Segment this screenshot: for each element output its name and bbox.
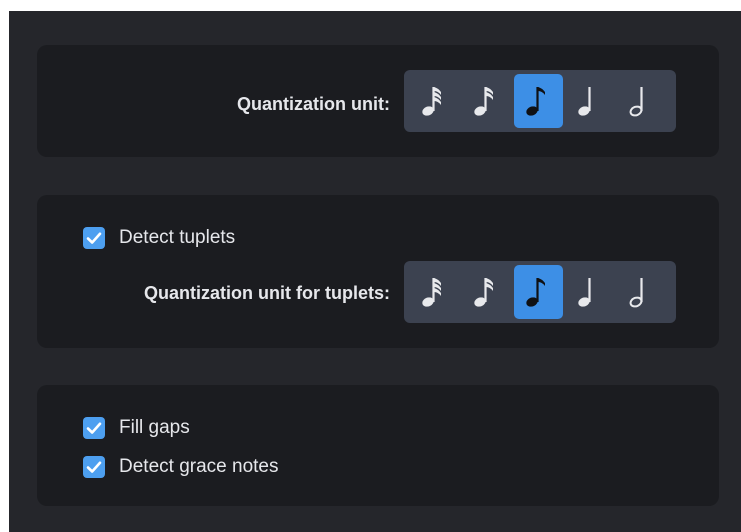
fill-gaps-checkbox[interactable] xyxy=(83,417,105,439)
dialog-frame: Quantization unit: Detect tuplets Quanti… xyxy=(9,11,741,532)
thirty-second-note-option-button[interactable] xyxy=(410,74,459,128)
quantization-unit-selector xyxy=(404,70,676,132)
quantization-panel: Quantization unit: xyxy=(37,45,719,157)
detect-grace-notes-label: Detect grace notes xyxy=(119,456,279,477)
tuplet-quantization-unit-label: Quantization unit for tuplets: xyxy=(144,283,390,303)
sixteenth-note-option-button[interactable] xyxy=(462,74,511,128)
thirty-second-note-option-button[interactable] xyxy=(410,265,459,319)
quarter-note-option-button[interactable] xyxy=(566,74,615,128)
quarter-note-option-button[interactable] xyxy=(566,265,615,319)
detect-grace-notes-checkbox[interactable] xyxy=(83,456,105,478)
half-note-option-button[interactable] xyxy=(618,74,667,128)
tuplets-panel: Detect tuplets Quantization unit for tup… xyxy=(37,195,719,348)
detect-tuplets-label: Detect tuplets xyxy=(119,227,236,248)
detect-tuplets-checkbox[interactable] xyxy=(83,227,105,249)
detect-tuplets-option[interactable]: Detect tuplets xyxy=(83,225,235,251)
detect-grace-notes-option[interactable]: Detect grace notes xyxy=(83,454,278,480)
eighth-note-option-button[interactable] xyxy=(514,265,563,319)
tuplet-quantization-unit-selector xyxy=(404,261,676,323)
quantization-unit-label: Quantization unit: xyxy=(237,94,390,114)
fill-gaps-label: Fill gaps xyxy=(119,417,190,438)
options-panel: Fill gaps Detect grace notes xyxy=(37,385,719,506)
half-note-option-button[interactable] xyxy=(618,265,667,319)
eighth-note-option-button[interactable] xyxy=(514,74,563,128)
fill-gaps-option[interactable]: Fill gaps xyxy=(83,415,190,441)
sixteenth-note-option-button[interactable] xyxy=(462,265,511,319)
